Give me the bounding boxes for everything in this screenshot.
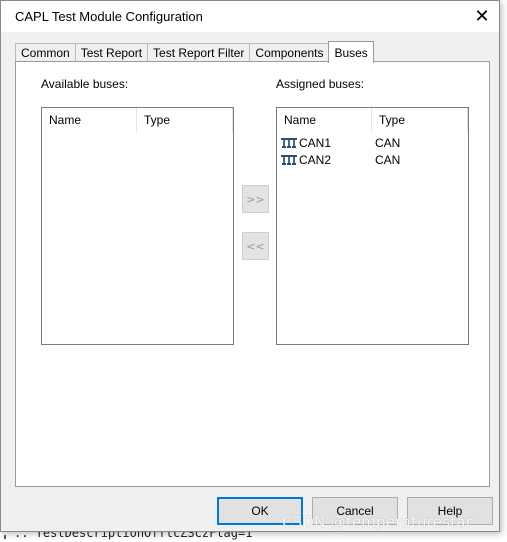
available-col-type[interactable]: Type (137, 108, 233, 132)
list-item[interactable]: CAN2 CAN (277, 151, 400, 168)
move-right-button[interactable]: >> (242, 185, 269, 213)
available-list-header: Name Type (42, 108, 233, 132)
available-col-name[interactable]: Name (42, 108, 137, 132)
watermark: CSDN @temperaturestar (282, 513, 473, 531)
tab-test-report[interactable]: Test Report (74, 43, 149, 62)
assigned-list-header: Name Type (277, 108, 468, 132)
move-left-button[interactable]: << (242, 232, 269, 260)
bus-name: CAN2 (299, 152, 332, 167)
bus-network-icon (281, 137, 297, 148)
tab-strip: Common Test Report Test Report Filter Co… (15, 41, 374, 63)
tab-components[interactable]: Components (249, 43, 330, 62)
list-item[interactable]: CAN1 CAN (277, 134, 400, 151)
tab-buses[interactable]: Buses (328, 41, 374, 63)
assigned-buses-label: Assigned buses: (276, 77, 365, 91)
available-buses-list[interactable]: Name Type (41, 107, 234, 345)
capl-test-module-dialog: CAPL Test Module Configuration ✕ Common … (0, 0, 500, 532)
assigned-col-name[interactable]: Name (277, 108, 372, 132)
assigned-buses-list[interactable]: Name Type CAN1 CAN CAN2 CAN (276, 107, 469, 345)
bus-type: CAN (375, 152, 401, 167)
buses-panel: Available buses: Assigned buses: Name Ty… (15, 61, 490, 487)
title-bar: CAPL Test Module Configuration ✕ (1, 1, 499, 32)
bus-type: CAN (375, 135, 401, 150)
assigned-col-type[interactable]: Type (372, 108, 468, 132)
bus-network-icon (281, 154, 297, 165)
tab-test-report-filter[interactable]: Test Report Filter (147, 43, 251, 62)
available-buses-label: Available buses: (41, 77, 129, 91)
bus-name: CAN1 (299, 135, 332, 150)
close-icon[interactable]: ✕ (467, 1, 497, 32)
tab-common[interactable]: Common (15, 43, 76, 62)
dialog-title: CAPL Test Module Configuration (15, 9, 203, 24)
